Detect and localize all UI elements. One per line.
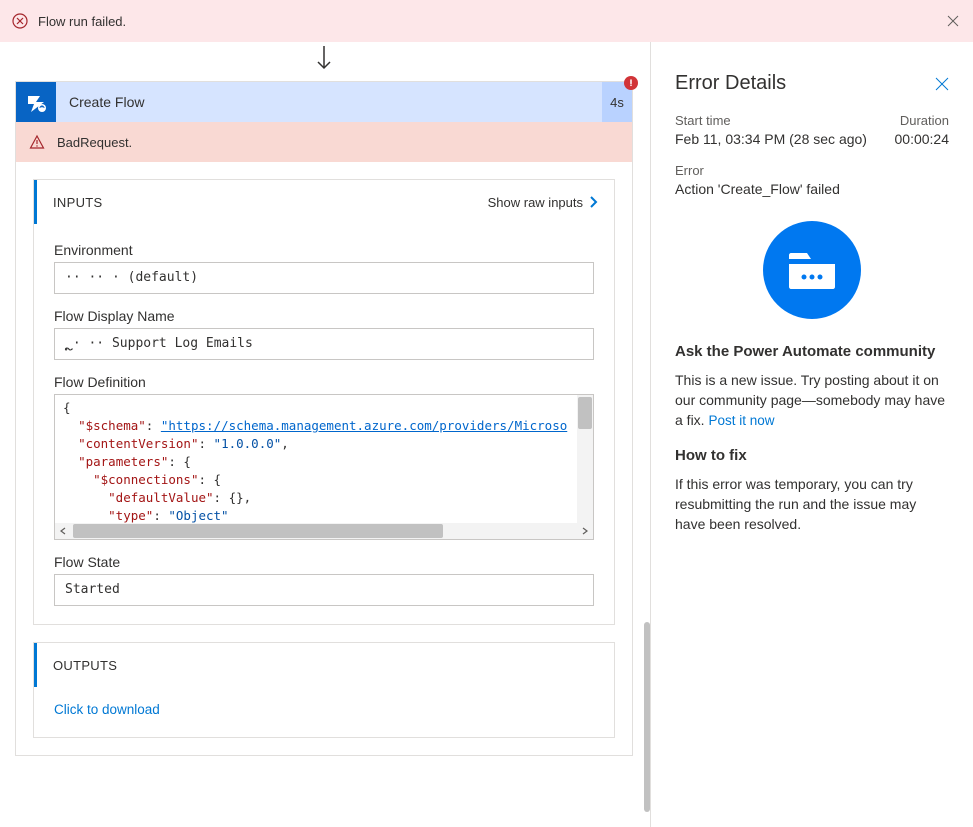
field-label: Environment [54, 242, 594, 258]
error-badge-icon [624, 76, 638, 90]
show-raw-inputs-label: Show raw inputs [488, 195, 583, 210]
scrollthumb[interactable] [578, 397, 592, 429]
json-key: "$schema" [78, 418, 146, 433]
close-panel-button[interactable] [935, 77, 949, 91]
inputs-header: INPUTS Show raw inputs [34, 180, 614, 224]
alert-close-button[interactable] [947, 15, 959, 27]
field-value: ·· ·· · (default) [54, 262, 594, 294]
main-area: Create Flow 4s BadRequest. [0, 42, 973, 827]
warning-icon [29, 134, 45, 150]
json-str: "1.0.0.0" [214, 436, 282, 451]
flow-icon [16, 82, 56, 122]
field-label: Flow Definition [54, 374, 594, 390]
ask-community-text: This is a new issue. Try posting about i… [675, 370, 949, 431]
show-raw-inputs-link[interactable]: Show raw inputs [488, 195, 598, 210]
inputs-body: Environment ·· ·· · (default) Flow Displ… [34, 224, 614, 624]
ask-community-heading: Ask the Power Automate community [675, 343, 949, 360]
error-label: Error [675, 163, 949, 178]
error-row-text: BadRequest. [57, 135, 132, 150]
community-icon-block [675, 221, 949, 319]
post-it-now-link[interactable]: Post it now [708, 413, 774, 428]
scroll-left-icon[interactable] [55, 523, 71, 539]
field-flow-display-name: Flow Display Name ຼ · ·· Support Log Ema… [54, 308, 594, 360]
click-to-download-link[interactable]: Click to download [54, 702, 160, 717]
scrollthumb[interactable] [73, 524, 443, 538]
json-key: "$connections" [93, 472, 198, 487]
error-row: BadRequest. [16, 122, 632, 162]
alert-bar: Flow run failed. [0, 0, 973, 42]
start-time-label: Start time [675, 113, 895, 128]
action-card: Create Flow 4s BadRequest. [15, 81, 633, 756]
field-environment: Environment ·· ·· · (default) [54, 242, 594, 294]
field-label: Flow State [54, 554, 594, 570]
how-to-fix-text: If this error was temporary, you can try… [675, 474, 949, 534]
json-key: "parameters" [78, 454, 168, 469]
json-key: "contentVersion" [78, 436, 198, 451]
how-to-fix-heading: How to fix [675, 447, 949, 464]
inputs-title: INPUTS [53, 195, 488, 210]
outputs-header: OUTPUTS [34, 643, 614, 687]
error-details-header: Error Details [675, 72, 949, 95]
horizontal-scrollbar[interactable] [55, 523, 593, 539]
json-key: "type" [108, 508, 153, 523]
start-duration-row: Start time Feb 11, 03:34 PM (28 sec ago)… [675, 113, 949, 147]
flow-arrow-icon [15, 42, 633, 81]
json-str: "Object" [168, 508, 228, 523]
left-pane-scrollthumb[interactable] [644, 622, 650, 812]
folder-icon [763, 221, 861, 319]
outputs-section: OUTPUTS Click to download [33, 642, 615, 738]
start-time-block: Start time Feb 11, 03:34 PM (28 sec ago) [675, 113, 895, 147]
alert-text: Flow run failed. [38, 14, 126, 29]
vertical-scrollbar[interactable] [577, 395, 593, 523]
start-time-value: Feb 11, 03:34 PM (28 sec ago) [675, 131, 895, 147]
field-value: Started [54, 574, 594, 606]
outputs-body: Click to download [34, 687, 614, 737]
duration-value: 00:00:24 [895, 131, 950, 147]
error-circle-icon [12, 13, 28, 29]
duration-label: Duration [895, 113, 950, 128]
outputs-title: OUTPUTS [53, 658, 598, 673]
inputs-section: INPUTS Show raw inputs Environment ·· ··… [33, 179, 615, 625]
field-flow-state: Flow State Started [54, 554, 594, 606]
error-details-title: Error Details [675, 72, 935, 95]
json-key: "defaultValue" [108, 490, 213, 505]
field-label: Flow Display Name [54, 308, 594, 324]
error-value: Action 'Create_Flow' failed [675, 181, 949, 197]
duration-block: Duration 00:00:24 [895, 113, 950, 147]
flow-definition-json[interactable]: { "$schema": "https://schema.management.… [54, 394, 594, 540]
chevron-right-icon [589, 195, 598, 209]
action-title: Create Flow [56, 82, 602, 122]
action-header[interactable]: Create Flow 4s [16, 82, 632, 122]
field-flow-definition: Flow Definition { "$schema": "https://sc… [54, 374, 594, 540]
field-value: ຼ · ·· Support Log Emails [54, 328, 594, 360]
scroll-right-icon[interactable] [577, 523, 593, 539]
json-url: "https://schema.management.azure.com/pro… [161, 418, 567, 433]
error-details-panel: Error Details Start time Feb 11, 03:34 P… [651, 42, 973, 827]
left-column: Create Flow 4s BadRequest. [0, 42, 650, 827]
error-block: Error Action 'Create_Flow' failed [675, 163, 949, 197]
